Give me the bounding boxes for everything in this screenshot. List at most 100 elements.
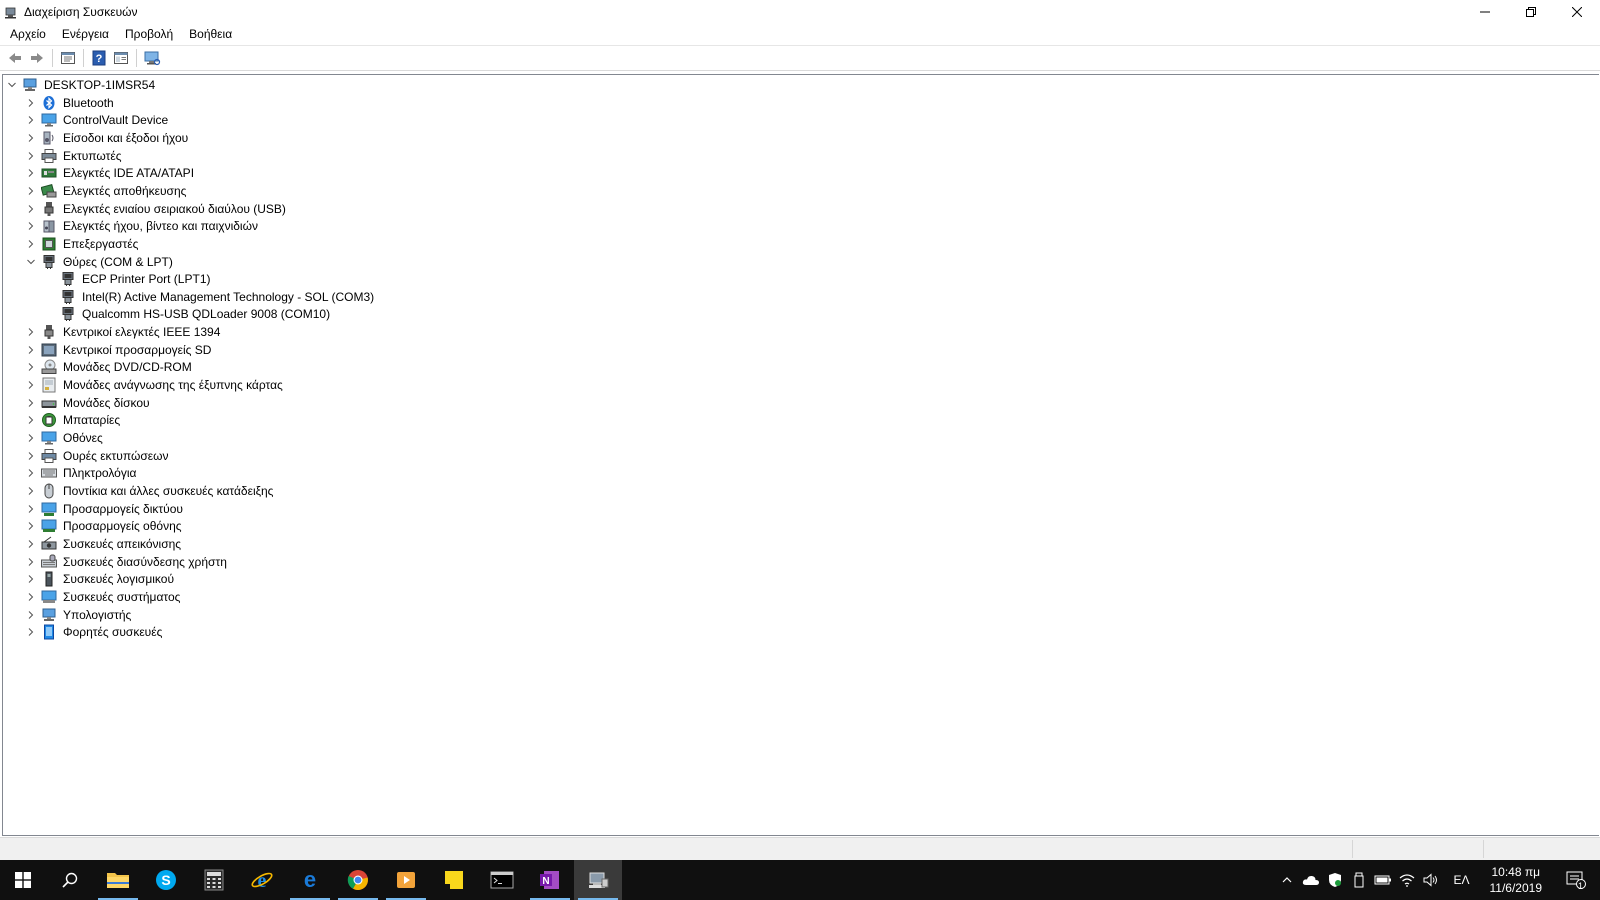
menu-file[interactable]: Αρχείο (2, 24, 54, 44)
expand-chevron-icon[interactable] (25, 147, 37, 165)
chevron-up-icon[interactable] (1275, 860, 1299, 900)
expand-chevron-icon[interactable] (25, 464, 37, 482)
expand-chevron-icon[interactable] (25, 200, 37, 218)
wifi-icon[interactable] (1395, 860, 1419, 900)
expand-chevron-icon[interactable] (25, 94, 37, 112)
expand-chevron-icon[interactable] (25, 482, 37, 500)
menu-help[interactable]: Βοήθεια (181, 24, 240, 44)
taskbar-device-manager[interactable] (574, 860, 622, 900)
input-language[interactable]: ΕΛ (1443, 873, 1479, 887)
scan-hardware-button[interactable] (141, 47, 163, 69)
expand-chevron-icon[interactable] (25, 500, 37, 518)
tree-category-μπαταρίες[interactable]: Μπαταρίες (25, 411, 122, 429)
back-button[interactable] (4, 47, 26, 69)
details-pane-button[interactable] (110, 47, 132, 69)
taskbar-file-explorer[interactable] (94, 860, 142, 900)
tree-category-συσκευές-διασύνδεσης-χρήστη[interactable]: Συσκευές διασύνδεσης χρήστη (25, 553, 229, 571)
tree-category-συσκευές-λογισμικού[interactable]: Συσκευές λογισμικού (25, 570, 176, 588)
tree-category-επεξεργαστές[interactable]: Επεξεργαστές (25, 235, 140, 253)
collapse-chevron-icon[interactable] (25, 253, 37, 271)
expand-chevron-icon[interactable] (25, 323, 37, 341)
search-icon (61, 871, 79, 889)
expand-chevron-icon[interactable] (25, 217, 37, 235)
tree-root-computer[interactable]: DESKTOP-1IMSR54 (6, 76, 157, 94)
expand-chevron-icon[interactable] (25, 570, 37, 588)
tree-device-intel-r-active-management-technology-sol-com3[interactable]: Intel(R) Active Management Technology - … (44, 288, 376, 306)
expand-chevron-icon[interactable] (25, 606, 37, 624)
tree-category-πληκτρολόγια[interactable]: Πληκτρολόγια (25, 464, 138, 482)
expand-chevron-icon[interactable] (25, 164, 37, 182)
volume-icon[interactable] (1419, 860, 1443, 900)
tree-category-ελεγκτές-ενιαίου-σειριακού-διαύλου-usb[interactable]: Ελεγκτές ενιαίου σειριακού διαύλου (USB) (25, 200, 288, 218)
expand-chevron-icon[interactable] (25, 341, 37, 359)
expand-chevron-icon[interactable] (25, 429, 37, 447)
tree-category-bluetooth[interactable]: Bluetooth (25, 94, 116, 112)
tree-category-μονάδες-ανάγνωσης-της-έξυπνης-κάρτας[interactable]: Μονάδες ανάγνωσης της έξυπνης κάρτας (25, 376, 285, 394)
minimize-button[interactable] (1462, 0, 1508, 24)
defender-icon[interactable] (1323, 860, 1347, 900)
tree-category-συσκευές-συστήματος[interactable]: Συσκευές συστήματος (25, 588, 182, 606)
device-tree[interactable]: DESKTOP-1IMSR54 Bluetooth ControlVault Dev… (2, 74, 1599, 836)
collapse-chevron-icon[interactable] (6, 76, 18, 94)
clock[interactable]: 10:48 πμ 11/6/2019 (1480, 864, 1553, 896)
expand-chevron-icon[interactable] (25, 517, 37, 535)
onedrive-icon[interactable] (1299, 860, 1323, 900)
tree-category-οθόνες[interactable]: Οθόνες (25, 429, 105, 447)
tree-device-qualcomm-hs-usb-qdloader-9008-com10[interactable]: Qualcomm HS-USB QDLoader 9008 (COM10) (44, 305, 332, 323)
title-bar[interactable]: Διαχείριση Συσκευών (0, 0, 1600, 24)
taskbar-media-player[interactable] (382, 860, 430, 900)
tree-category-φορητές-συσκευές[interactable]: Φορητές συσκευές (25, 623, 164, 641)
expand-chevron-icon[interactable] (25, 111, 37, 129)
expand-chevron-icon[interactable] (25, 623, 37, 641)
tree-category-υπολογιστής[interactable]: Υπολογιστής (25, 606, 133, 624)
battery-icon[interactable] (1371, 860, 1395, 900)
taskbar-onenote[interactable]: N (526, 860, 574, 900)
expand-chevron-icon[interactable] (25, 535, 37, 553)
taskbar-internet-explorer[interactable]: e (238, 860, 286, 900)
tree-category-ελεγκτές-ήχου-βίντεο-και-παιχνιδιών[interactable]: Ελεγκτές ήχου, βίντεο και παιχνιδιών (25, 217, 260, 235)
taskbar-search-button[interactable] (46, 860, 94, 900)
tree-category-controlvault-device[interactable]: ControlVault Device (25, 111, 170, 129)
expand-chevron-icon[interactable] (25, 447, 37, 465)
tree-category-ελεγκτές-ide-ata-atapi[interactable]: Ελεγκτές IDE ATA/ATAPI (25, 164, 196, 182)
expand-chevron-icon[interactable] (25, 358, 37, 376)
tree-category-μονάδες-δίσκου[interactable]: Μονάδες δίσκου (25, 394, 152, 412)
taskbar-chrome[interactable] (334, 860, 382, 900)
expand-chevron-icon[interactable] (25, 394, 37, 412)
tree-device-ecp-printer-port-lpt1[interactable]: ECP Printer Port (LPT1) (44, 270, 212, 288)
expand-chevron-icon[interactable] (25, 588, 37, 606)
menu-action[interactable]: Ενέργεια (54, 24, 117, 44)
expand-chevron-icon[interactable] (25, 411, 37, 429)
expand-chevron-icon[interactable] (25, 235, 37, 253)
expand-chevron-icon[interactable] (25, 182, 37, 200)
taskbar-sticky-notes[interactable] (430, 860, 478, 900)
forward-button[interactable] (26, 47, 48, 69)
action-center-button[interactable]: 1 (1552, 860, 1600, 900)
tree-category-κεντρικοί-προσαρμογείς-sd[interactable]: Κεντρικοί προσαρμογείς SD (25, 341, 213, 359)
tree-category-ουρές-εκτυπώσεων[interactable]: Ουρές εκτυπώσεων (25, 447, 170, 465)
tree-category-προσαρμογείς-δικτύου[interactable]: Προσαρμογείς δικτύου (25, 500, 185, 518)
taskbar-skype[interactable]: S (142, 860, 190, 900)
help-button[interactable]: ? (88, 47, 110, 69)
tree-category-εκτυπωτές[interactable]: Εκτυπωτές (25, 147, 124, 165)
taskbar-command-prompt[interactable] (478, 860, 526, 900)
taskbar-edge[interactable]: e (286, 860, 334, 900)
tree-category-ποντίκια-και-άλλες-συσκευές-κατάδειξης[interactable]: Ποντίκια και άλλες συσκευές κατάδειξης (25, 482, 275, 500)
usb-eject-icon[interactable] (1347, 860, 1371, 900)
properties-button[interactable] (57, 47, 79, 69)
tree-category-είσοδοι-και-έξοδοι-ήχου[interactable]: Είσοδοι και έξοδοι ήχου (25, 129, 190, 147)
tree-category-μονάδες-dvd-cd-rom[interactable]: Μονάδες DVD/CD-ROM (25, 358, 194, 376)
tree-category-συσκευές-απεικόνισης[interactable]: Συσκευές απεικόνισης (25, 535, 183, 553)
tree-category-κεντρικοί-ελεγκτές-ieee-1394[interactable]: Κεντρικοί ελεγκτές IEEE 1394 (25, 323, 222, 341)
tree-category-θύρες-com-lpt[interactable]: Θύρες (COM & LPT) (25, 253, 175, 271)
expand-chevron-icon[interactable] (25, 129, 37, 147)
tree-category-προσαρμογείς-οθόνης[interactable]: Προσαρμογείς οθόνης (25, 517, 184, 535)
close-button[interactable] (1554, 0, 1600, 24)
menu-view[interactable]: Προβολή (117, 24, 181, 44)
restore-button[interactable] (1508, 0, 1554, 24)
expand-chevron-icon[interactable] (25, 553, 37, 571)
taskbar-start-button[interactable] (0, 860, 46, 900)
expand-chevron-icon[interactable] (25, 376, 37, 394)
tree-category-ελεγκτές-αποθήκευσης[interactable]: Ελεγκτές αποθήκευσης (25, 182, 188, 200)
taskbar-calculator[interactable] (190, 860, 238, 900)
